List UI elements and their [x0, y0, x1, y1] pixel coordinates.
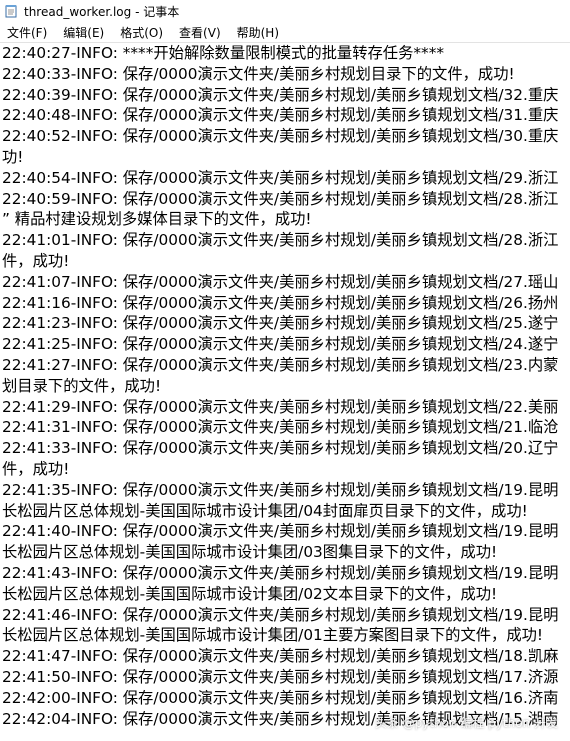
log-line: 22:41:23-INFO: 保存/0000演示文件夹/美丽乡村规划/美丽乡镇规…	[2, 314, 559, 333]
log-line: 22:40:52-INFO: 保存/0000演示文件夹/美丽乡村规划/美丽乡镇规…	[2, 127, 559, 146]
log-line: 长松园片区总体规划-美国国际城市设计集团/04封面扉页目录下的文件，成功!	[2, 501, 528, 520]
menu-view[interactable]: 查看(V)	[174, 24, 226, 41]
log-line: 长松园片区总体规划-美国国际城市设计集团/02文本目录下的文件，成功!	[2, 584, 498, 603]
title-bar: thread_worker.log - 记事本	[0, 0, 570, 22]
log-line: 长松园片区总体规划-美国国际城市设计集团/01主要方案图目录下的文件，成功!	[2, 626, 544, 645]
log-line: 22:40:48-INFO: 保存/0000演示文件夹/美丽乡村规划/美丽乡镇规…	[2, 106, 559, 125]
log-line: 22:41:35-INFO: 保存/0000演示文件夹/美丽乡村规划/美丽乡镇规…	[2, 480, 559, 499]
log-line: 22:41:01-INFO: 保存/0000演示文件夹/美丽乡村规划/美丽乡镇规…	[2, 231, 559, 250]
notepad-icon	[4, 4, 18, 18]
log-line: 22:41:33-INFO: 保存/0000演示文件夹/美丽乡村规划/美丽乡镇规…	[2, 439, 559, 458]
log-line: 22:41:25-INFO: 保存/0000演示文件夹/美丽乡村规划/美丽乡镇规…	[2, 335, 559, 354]
log-line: 22:41:40-INFO: 保存/0000演示文件夹/美丽乡村规划/美丽乡镇规…	[2, 522, 559, 541]
menu-help[interactable]: 帮助(H)	[232, 24, 284, 41]
log-line: 22:40:33-INFO: 保存/0000演示文件夹/美丽乡村规划目录下的文件…	[2, 64, 515, 83]
menu-bar: 文件(F) 编辑(E) 格式(O) 查看(V) 帮助(H)	[0, 22, 570, 43]
log-line: 22:42:04-INFO: 保存/0000演示文件夹/美丽乡村规划/美丽乡镇规…	[2, 709, 559, 728]
log-line: 22:41:16-INFO: 保存/0000演示文件夹/美丽乡村规划/美丽乡镇规…	[2, 293, 559, 312]
log-line: 22:41:07-INFO: 保存/0000演示文件夹/美丽乡村规划/美丽乡镇规…	[2, 272, 559, 291]
menu-file[interactable]: 文件(F)	[2, 24, 52, 41]
menu-edit[interactable]: 编辑(E)	[58, 24, 109, 41]
log-line: 22:40:59-INFO: 保存/0000演示文件夹/美丽乡村规划/美丽乡镇规…	[2, 189, 559, 208]
log-line: 长松园片区总体规划-美国国际城市设计集团/03图集目录下的文件，成功!	[2, 543, 498, 562]
log-line: 22:41:31-INFO: 保存/0000演示文件夹/美丽乡村规划/美丽乡镇规…	[2, 418, 559, 437]
log-line: 22:41:43-INFO: 保存/0000演示文件夹/美丽乡村规划/美丽乡镇规…	[2, 563, 559, 582]
log-line: 22:41:50-INFO: 保存/0000演示文件夹/美丽乡村规划/美丽乡镇规…	[2, 667, 559, 686]
log-line: 22:41:29-INFO: 保存/0000演示文件夹/美丽乡村规划/美丽乡镇规…	[2, 397, 559, 416]
log-line: 22:41:47-INFO: 保存/0000演示文件夹/美丽乡村规划/美丽乡镇规…	[2, 647, 559, 666]
log-line: 22:40:39-INFO: 保存/0000演示文件夹/美丽乡村规划/美丽乡镇规…	[2, 85, 559, 104]
log-line: 划目录下的文件，成功!	[2, 376, 162, 395]
log-line: ” 精品村建设规划多媒体目录下的文件，成功!	[2, 210, 312, 229]
text-editor[interactable]: 22:40:27-INFO: ****开始解除数量限制模式的批量转存任务****…	[0, 43, 570, 741]
menu-format[interactable]: 格式(O)	[115, 24, 168, 41]
log-line: 件，成功!	[2, 459, 70, 478]
log-line: 22:40:27-INFO: ****开始解除数量限制模式的批量转存任务****	[2, 44, 444, 62]
window-title: thread_worker.log - 记事本	[24, 4, 180, 19]
log-line: 22:41:27-INFO: 保存/0000演示文件夹/美丽乡村规划/美丽乡镇规…	[2, 355, 559, 374]
log-line: 件，成功!	[2, 251, 70, 270]
log-line: 22:42:00-INFO: 保存/0000演示文件夹/美丽乡村规划/美丽乡镇规…	[2, 688, 559, 707]
notepad-window: thread_worker.log - 记事本 文件(F) 编辑(E) 格式(O…	[0, 0, 570, 741]
log-line: 22:40:54-INFO: 保存/0000演示文件夹/美丽乡村规划/美丽乡镇规…	[2, 168, 559, 187]
log-line: 功!	[2, 147, 24, 166]
log-line: 22:41:46-INFO: 保存/0000演示文件夹/美丽乡村规划/美丽乡镇规…	[2, 605, 559, 624]
